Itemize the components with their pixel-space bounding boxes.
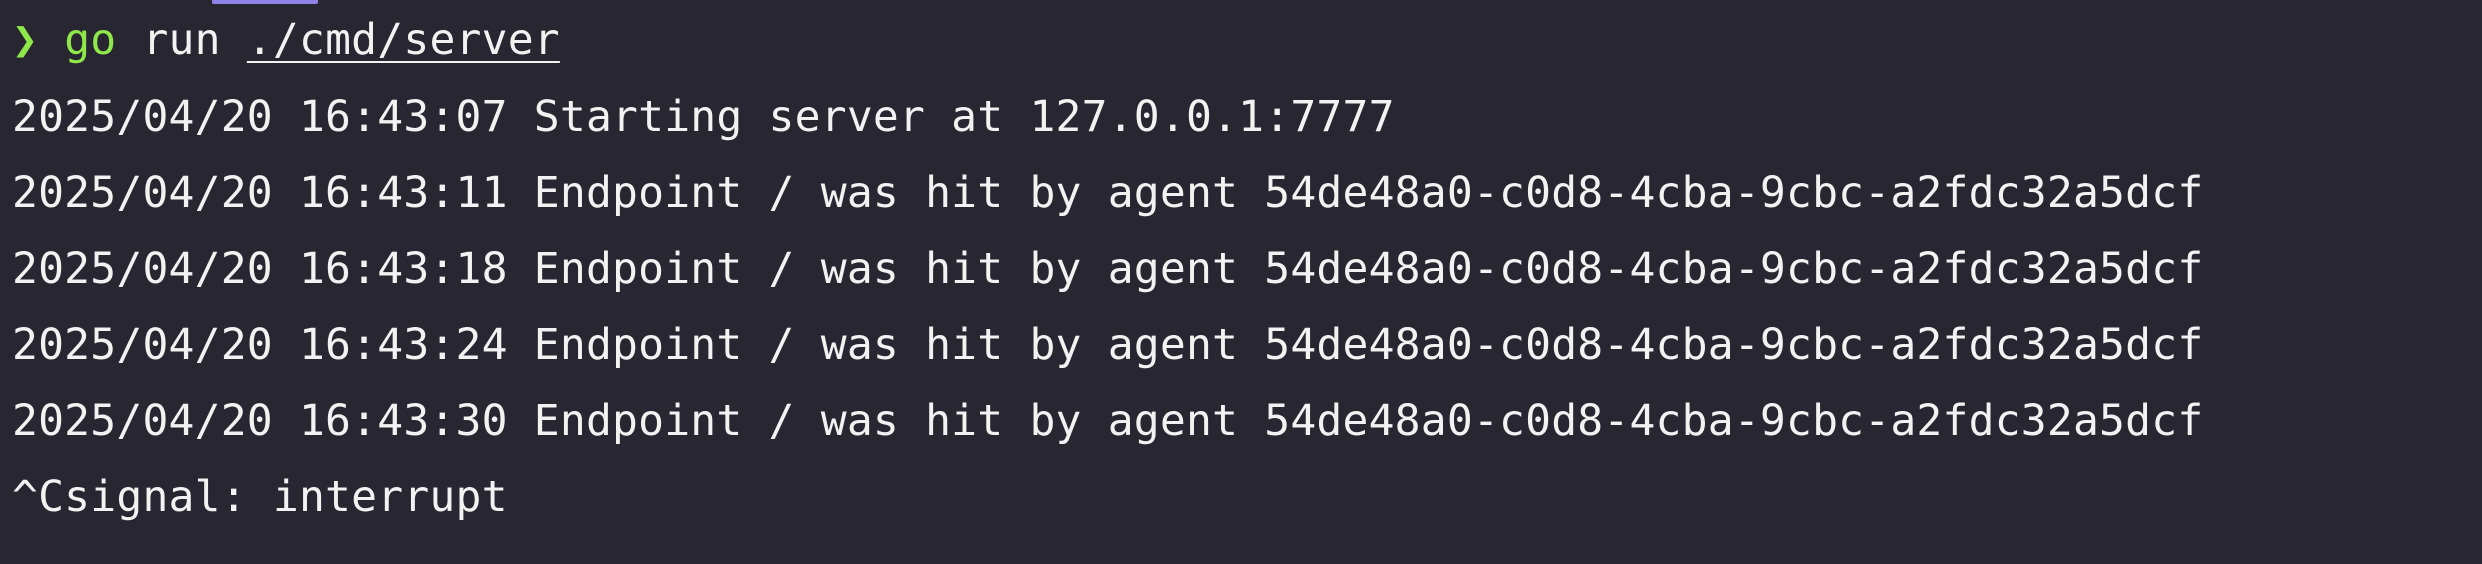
output-line: 2025/04/20 16:43:07 Starting server at 1…	[12, 92, 1395, 142]
tab-indicator	[212, 0, 318, 4]
output-line: 2025/04/20 16:43:18 Endpoint / was hit b…	[12, 244, 2204, 294]
output-line: 2025/04/20 16:43:24 Endpoint / was hit b…	[12, 320, 2204, 370]
output-line: 2025/04/20 16:43:11 Endpoint / was hit b…	[12, 168, 2204, 218]
command-path-link[interactable]: ./cmd/server	[247, 15, 560, 65]
output-line: ^Csignal: interrupt	[12, 472, 508, 522]
command-subcommand: run	[142, 15, 221, 65]
output-line: 2025/04/20 16:43:30 Endpoint / was hit b…	[12, 396, 2204, 446]
command-program: go	[64, 15, 117, 65]
prompt-symbol: ❯	[12, 15, 39, 65]
terminal-window[interactable]: ❯ go run ./cmd/server 2025/04/20 16:43:0…	[0, 0, 2482, 564]
command-line: ❯ go run ./cmd/server	[12, 10, 560, 70]
